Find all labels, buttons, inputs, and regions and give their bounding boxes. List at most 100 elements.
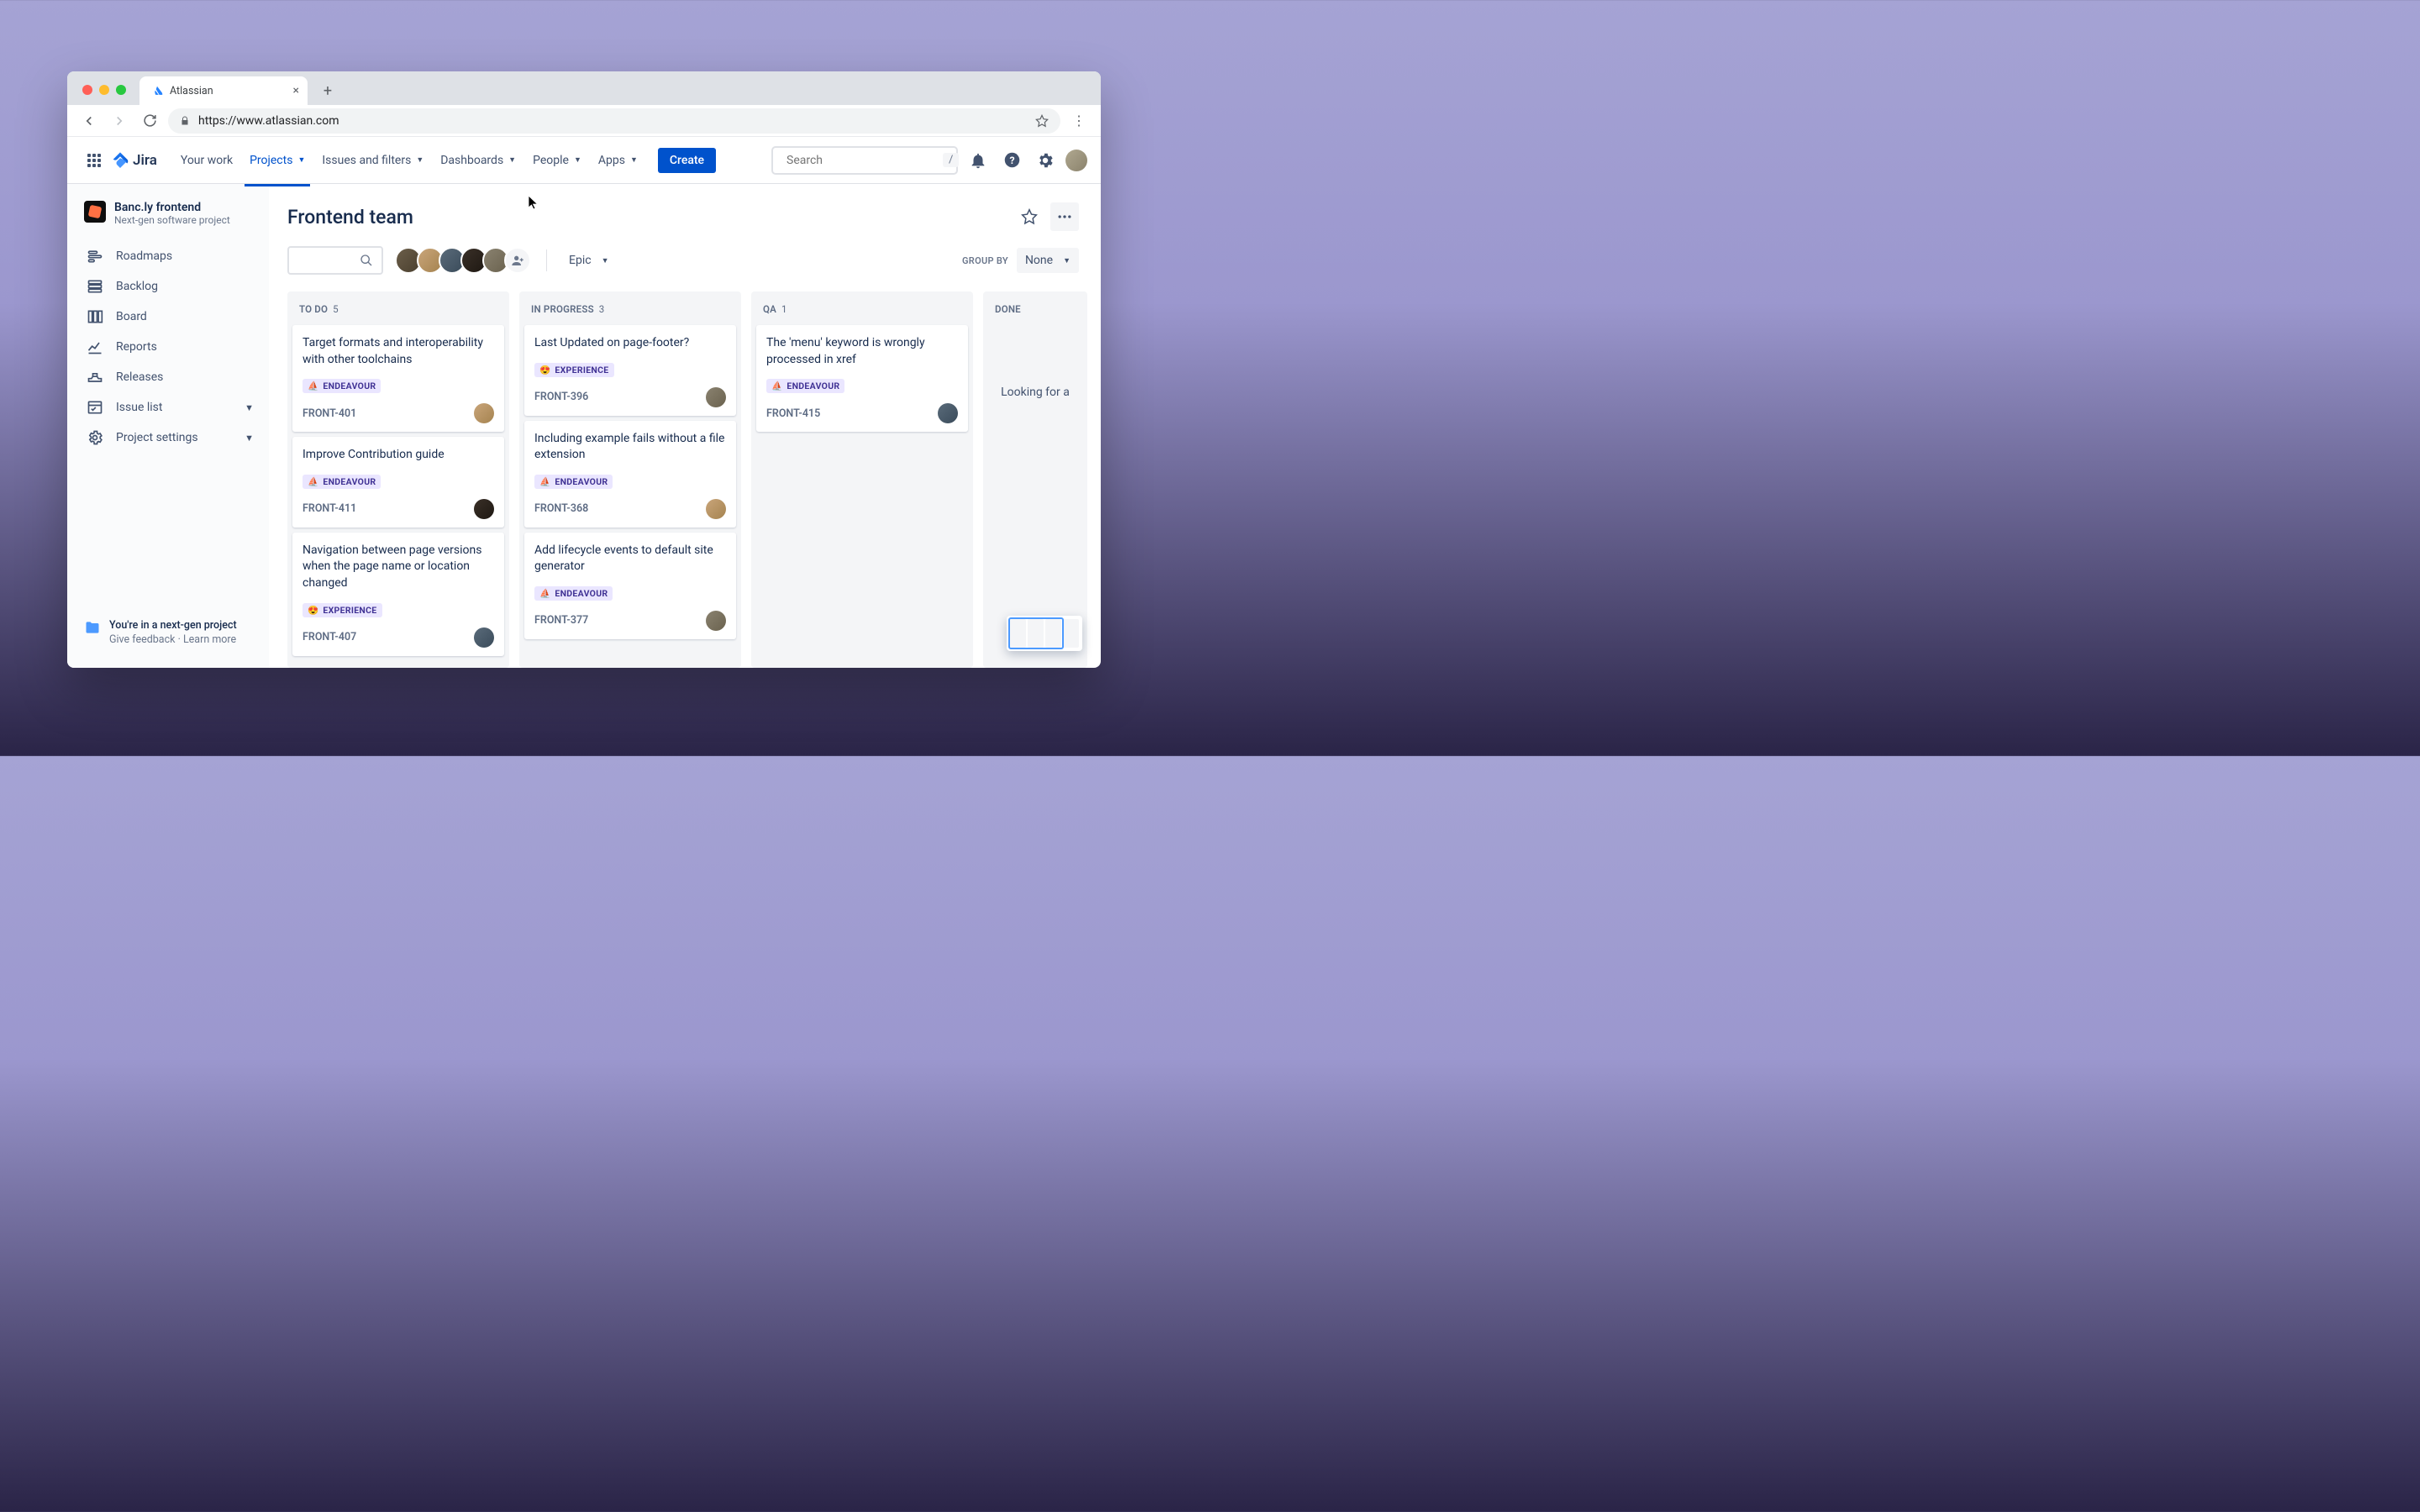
- issue-list-icon: [86, 399, 104, 416]
- column-header[interactable]: IN PROGRESS3: [524, 303, 736, 325]
- issue-card[interactable]: Improve Contribution guide ⛵ENDEAVOUR FR…: [292, 437, 504, 528]
- chevron-down-icon: ▼: [1063, 256, 1071, 265]
- issue-card[interactable]: Target formats and interoperability with…: [292, 325, 504, 432]
- nav-your-work[interactable]: Your work: [174, 149, 239, 172]
- folder-icon: [84, 619, 101, 636]
- chevron-down-icon: ▼: [602, 256, 609, 265]
- sidebar-item-roadmaps[interactable]: Roadmaps: [77, 241, 262, 271]
- profile-avatar[interactable]: [1065, 150, 1087, 171]
- sidebar-item-reports[interactable]: Reports: [77, 332, 262, 362]
- epic-tag[interactable]: ⛵ENDEAVOUR: [302, 475, 381, 489]
- epic-tag[interactable]: ⛵ENDEAVOUR: [302, 379, 381, 393]
- epic-tag[interactable]: ⛵ENDEAVOUR: [766, 379, 844, 393]
- new-tab-button[interactable]: +: [316, 79, 339, 102]
- chevron-down-icon: ▼: [416, 155, 424, 165]
- search-icon: [360, 254, 373, 267]
- issue-card[interactable]: The 'menu' keyword is wrongly processed …: [756, 325, 968, 432]
- assignee-avatar[interactable]: [706, 499, 726, 519]
- nav-apps[interactable]: Apps▼: [592, 149, 644, 172]
- global-search[interactable]: /: [771, 146, 958, 175]
- epic-tag[interactable]: ⛵ENDEAVOUR: [534, 586, 613, 601]
- atlassian-favicon: [151, 85, 163, 97]
- app-body: Banc.ly frontend Next-gen software proje…: [67, 184, 1101, 668]
- epic-tag[interactable]: ⛵ENDEAVOUR: [534, 475, 613, 489]
- group-by-select[interactable]: None▼: [1017, 248, 1079, 273]
- jira-logo[interactable]: Jira: [111, 151, 157, 170]
- issue-card[interactable]: Add lifecycle events to default site gen…: [524, 533, 736, 639]
- bookmark-icon[interactable]: [1035, 114, 1049, 128]
- star-board-button[interactable]: [1015, 202, 1044, 231]
- cursor-icon: [528, 195, 539, 210]
- card-title: Last Updated on page-footer?: [534, 335, 726, 352]
- app-switcher-icon[interactable]: [81, 147, 108, 174]
- assignee-avatar[interactable]: [474, 403, 494, 423]
- close-window-icon[interactable]: [82, 85, 92, 95]
- chevron-down-icon: ▼: [574, 155, 581, 165]
- close-tab-icon[interactable]: ×: [293, 84, 299, 97]
- card-title: Improve Contribution guide: [302, 447, 494, 464]
- notifications-icon[interactable]: [965, 147, 992, 174]
- project-subtitle: Next-gen software project: [114, 214, 230, 226]
- reports-icon: [86, 339, 104, 355]
- reload-button[interactable]: [138, 109, 161, 133]
- sidebar-item-releases[interactable]: Releases: [77, 362, 262, 392]
- nav-people[interactable]: People▼: [526, 149, 588, 172]
- app-topnav: Jira Your work Projects▼ Issues and filt…: [67, 137, 1101, 184]
- card-title: Add lifecycle events to default site gen…: [534, 543, 726, 575]
- sidebar-item-issue-list[interactable]: Issue list▼: [77, 392, 262, 423]
- browser-window: Atlassian × + https://www.atlassian.com …: [67, 71, 1101, 668]
- epic-tag[interactable]: 😍EXPERIENCE: [302, 603, 382, 617]
- issue-key: FRONT-396: [534, 391, 588, 403]
- issue-card[interactable]: Including example fails without a file e…: [524, 421, 736, 528]
- epic-filter[interactable]: Epic▼: [562, 249, 615, 272]
- nav-dashboards[interactable]: Dashboards▼: [434, 149, 523, 172]
- maximize-window-icon[interactable]: [116, 85, 126, 95]
- column-header[interactable]: QA1: [756, 303, 968, 325]
- back-button[interactable]: [77, 109, 101, 133]
- board-search[interactable]: [287, 246, 383, 275]
- browser-tabbar: Atlassian × +: [67, 71, 1101, 105]
- sidebar-item-project-settings[interactable]: Project settings▼: [77, 423, 262, 453]
- add-people-button[interactable]: [504, 247, 531, 274]
- assignee-avatar[interactable]: [474, 499, 494, 519]
- project-icon: [84, 201, 106, 223]
- learn-more-link[interactable]: Learn more: [183, 633, 236, 646]
- gear-icon: [86, 429, 104, 446]
- assignee-avatar[interactable]: [706, 611, 726, 631]
- board-minimap[interactable]: [1007, 616, 1082, 651]
- product-name: Jira: [133, 152, 157, 169]
- footer-heading: You're in a next-gen project: [109, 619, 237, 632]
- browser-menu-icon[interactable]: ⋮: [1067, 113, 1091, 129]
- chevron-down-icon: ▼: [245, 402, 254, 413]
- card-title: Target formats and interoperability with…: [302, 335, 494, 368]
- help-icon[interactable]: ?: [998, 147, 1025, 174]
- browser-tab[interactable]: Atlassian ×: [139, 76, 308, 105]
- sidebar-item-board[interactable]: Board: [77, 302, 262, 332]
- assignee-filter: [395, 247, 531, 274]
- sidebar-item-backlog[interactable]: Backlog: [77, 271, 262, 302]
- forward-button[interactable]: [108, 109, 131, 133]
- nav-issues[interactable]: Issues and filters▼: [315, 149, 430, 172]
- minimize-window-icon[interactable]: [99, 85, 109, 95]
- url-bar[interactable]: https://www.atlassian.com: [168, 108, 1060, 134]
- more-actions-button[interactable]: [1050, 202, 1079, 231]
- assignee-avatar[interactable]: [938, 403, 958, 423]
- window-controls: [77, 85, 131, 105]
- issue-card[interactable]: Last Updated on page-footer? 😍EXPERIENCE…: [524, 325, 736, 416]
- sidebar-footer: You're in a next-gen project Give feedba…: [77, 612, 262, 658]
- create-button[interactable]: Create: [658, 148, 716, 173]
- tab-title: Atlassian: [170, 85, 213, 97]
- assignee-avatar[interactable]: [706, 387, 726, 407]
- assignee-avatar[interactable]: [474, 627, 494, 648]
- give-feedback-link[interactable]: Give feedback: [109, 633, 175, 646]
- project-name: Banc.ly frontend: [114, 201, 230, 214]
- search-input[interactable]: [786, 154, 936, 167]
- column-header[interactable]: TO DO5: [292, 303, 504, 325]
- issue-card[interactable]: Navigation between page versions when th…: [292, 533, 504, 656]
- search-shortcut: /: [943, 153, 959, 167]
- nav-projects[interactable]: Projects▼: [243, 149, 312, 172]
- settings-icon[interactable]: [1032, 147, 1059, 174]
- column-header[interactable]: DONE: [988, 303, 1082, 325]
- project-header[interactable]: Banc.ly frontend Next-gen software proje…: [77, 201, 262, 241]
- epic-tag[interactable]: 😍EXPERIENCE: [534, 363, 614, 377]
